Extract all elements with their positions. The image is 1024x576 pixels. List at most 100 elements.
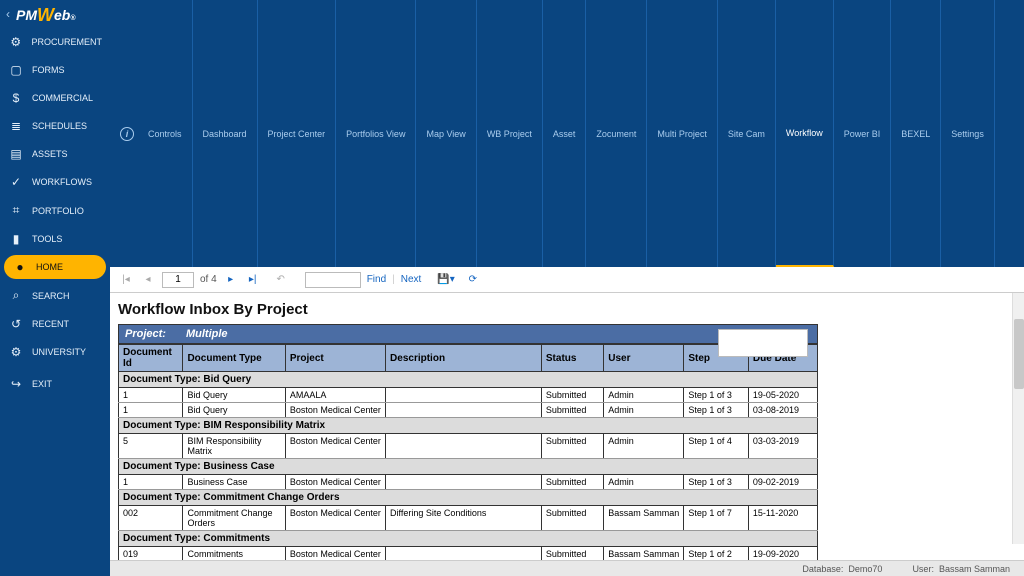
exit-icon: ↪	[8, 377, 24, 391]
grid-column-header[interactable]: Document Id	[119, 345, 183, 372]
last-page-icon[interactable]: ▸|	[245, 272, 261, 288]
sidebar-icon: ≣	[8, 119, 24, 133]
table-cell: Submitted	[541, 434, 603, 459]
top-tab[interactable]: Controls	[138, 0, 193, 267]
table-cell: Step 1 of 4	[684, 434, 749, 459]
table-cell: BIM Responsibility Matrix	[183, 434, 285, 459]
sidebar-icon: ▤	[8, 147, 24, 161]
table-cell: 1	[119, 403, 183, 418]
top-tab[interactable]: Settings	[941, 0, 995, 267]
top-tab[interactable]: Map View	[416, 0, 476, 267]
sidebar-item-label: UNIVERSITY	[32, 347, 86, 357]
top-tab[interactable]: Multi Project	[647, 0, 718, 267]
report-toolbar: |◂ ◂ of 4 ▸ ▸| ↶ Find | Next 💾▾ ⟳	[110, 267, 1024, 293]
table-cell: 1	[119, 388, 183, 403]
report-area: Workflow Inbox By Project Project: Multi…	[110, 293, 1024, 560]
grid-column-header[interactable]: User	[604, 345, 684, 372]
table-cell	[386, 403, 542, 418]
sidebar-item-label: SEARCH	[32, 291, 70, 301]
table-cell: Boston Medical Center	[285, 403, 385, 418]
brand-bar: ‹ PMWeb®	[0, 0, 110, 28]
find-next-button[interactable]: Next	[401, 274, 422, 285]
top-tab[interactable]: Power BI	[834, 0, 892, 267]
table-cell: Step 1 of 3	[684, 475, 749, 490]
sidebar-item[interactable]: ↺RECENT	[0, 310, 110, 338]
table-cell	[386, 475, 542, 490]
table-row[interactable]: 1Bid QueryBoston Medical CenterSubmitted…	[119, 403, 818, 418]
sidebar-item[interactable]: ▮TOOLS	[0, 225, 110, 253]
next-page-icon[interactable]: ▸	[223, 272, 239, 288]
sidebar-item[interactable]: ⚙UNIVERSITY	[0, 338, 110, 366]
top-tab[interactable]: Project Center	[258, 0, 337, 267]
sidebar-item[interactable]: ✓WORKFLOWS	[0, 168, 110, 196]
table-cell: 15-11-2020	[748, 506, 817, 531]
grid-column-header[interactable]: Document Type	[183, 345, 285, 372]
group-header-row: Document Type: Business Case	[119, 459, 818, 475]
table-cell: 002	[119, 506, 183, 531]
table-cell: 5	[119, 434, 183, 459]
table-cell: Admin	[604, 403, 684, 418]
top-tab[interactable]: Portfolios View	[336, 0, 416, 267]
info-icon[interactable]: i	[120, 127, 134, 141]
top-tab[interactable]: Zocument	[586, 0, 647, 267]
top-tabs: i ControlsDashboardProject CenterPortfol…	[110, 0, 1024, 267]
sidebar-item-label: FORMS	[32, 65, 65, 75]
table-row[interactable]: 1Business CaseBoston Medical CenterSubmi…	[119, 475, 818, 490]
status-user-label: User:	[912, 564, 934, 574]
report-preview-thumbnail[interactable]	[718, 329, 808, 357]
sidebar-icon: ⚙	[8, 35, 23, 49]
table-cell: Commitments	[183, 547, 285, 561]
table-cell: 019	[119, 547, 183, 561]
grid-column-header[interactable]: Status	[541, 345, 603, 372]
sidebar-item[interactable]: ▢FORMS	[0, 56, 110, 84]
report-title: Workflow Inbox By Project	[118, 301, 818, 318]
sidebar-item-label: SCHEDULES	[32, 121, 87, 131]
sidebar-item[interactable]: ▤ASSETS	[0, 140, 110, 168]
grid-column-header[interactable]: Project	[285, 345, 385, 372]
table-cell: Bid Query	[183, 403, 285, 418]
table-cell: Commitment Change Orders	[183, 506, 285, 531]
top-tab[interactable]: WB Project	[477, 0, 543, 267]
grid-header-row: Document IdDocument TypeProjectDescripti…	[119, 345, 818, 372]
first-page-icon[interactable]: |◂	[118, 272, 134, 288]
table-cell: Bassam Samman	[604, 506, 684, 531]
refresh-icon[interactable]: ⟳	[465, 272, 481, 288]
top-tab[interactable]: BEXEL	[891, 0, 941, 267]
top-tab[interactable]: Site Cam	[718, 0, 776, 267]
top-tab[interactable]: Workflow	[776, 0, 834, 267]
sidebar-item-label: HOME	[36, 262, 63, 272]
parent-report-icon[interactable]: ↶	[273, 272, 289, 288]
table-row[interactable]: 019CommitmentsBoston Medical CenterSubmi…	[119, 547, 818, 561]
prev-page-icon[interactable]: ◂	[140, 272, 156, 288]
sidebar-item[interactable]: ●HOME	[4, 255, 106, 279]
table-cell: Business Case	[183, 475, 285, 490]
top-tab[interactable]: Asset	[543, 0, 587, 267]
sidebar-item[interactable]: ⚙PROCUREMENT	[0, 28, 110, 56]
sidebar-item[interactable]: ⌕SEARCH	[0, 281, 110, 310]
sidebar-item[interactable]: ≣ SCHEDULES	[0, 112, 110, 140]
table-row[interactable]: 002Commitment Change OrdersBoston Medica…	[119, 506, 818, 531]
table-cell: 03-03-2019	[748, 434, 817, 459]
table-cell: 03-08-2019	[748, 403, 817, 418]
grid-column-header[interactable]: Description	[386, 345, 542, 372]
sidebar-exit[interactable]: ↪EXIT	[0, 370, 110, 398]
table-row[interactable]: 5BIM Responsibility MatrixBoston Medical…	[119, 434, 818, 459]
find-input[interactable]	[305, 272, 361, 288]
table-cell: AMAALA	[285, 388, 385, 403]
top-tab[interactable]: Dashboard	[193, 0, 258, 267]
sidebar-item[interactable]: $COMMERCIAL	[0, 84, 110, 112]
find-button[interactable]: Find	[367, 274, 386, 285]
table-row[interactable]: 1Bid QueryAMAALASubmittedAdminStep 1 of …	[119, 388, 818, 403]
table-cell: 1	[119, 475, 183, 490]
table-cell: Boston Medical Center	[285, 506, 385, 531]
table-cell: Submitted	[541, 475, 603, 490]
sidebar-item[interactable]: ⌗PORTFOLIO	[0, 196, 110, 225]
group-header-row: Document Type: Commitments	[119, 531, 818, 547]
export-icon[interactable]: 💾▾	[437, 274, 454, 285]
vertical-scrollbar[interactable]	[1012, 293, 1024, 544]
table-cell: Step 1 of 7	[684, 506, 749, 531]
table-cell	[386, 547, 542, 561]
back-chevron-icon[interactable]: ‹	[6, 7, 10, 21]
table-cell	[386, 388, 542, 403]
page-number-input[interactable]	[162, 272, 194, 288]
